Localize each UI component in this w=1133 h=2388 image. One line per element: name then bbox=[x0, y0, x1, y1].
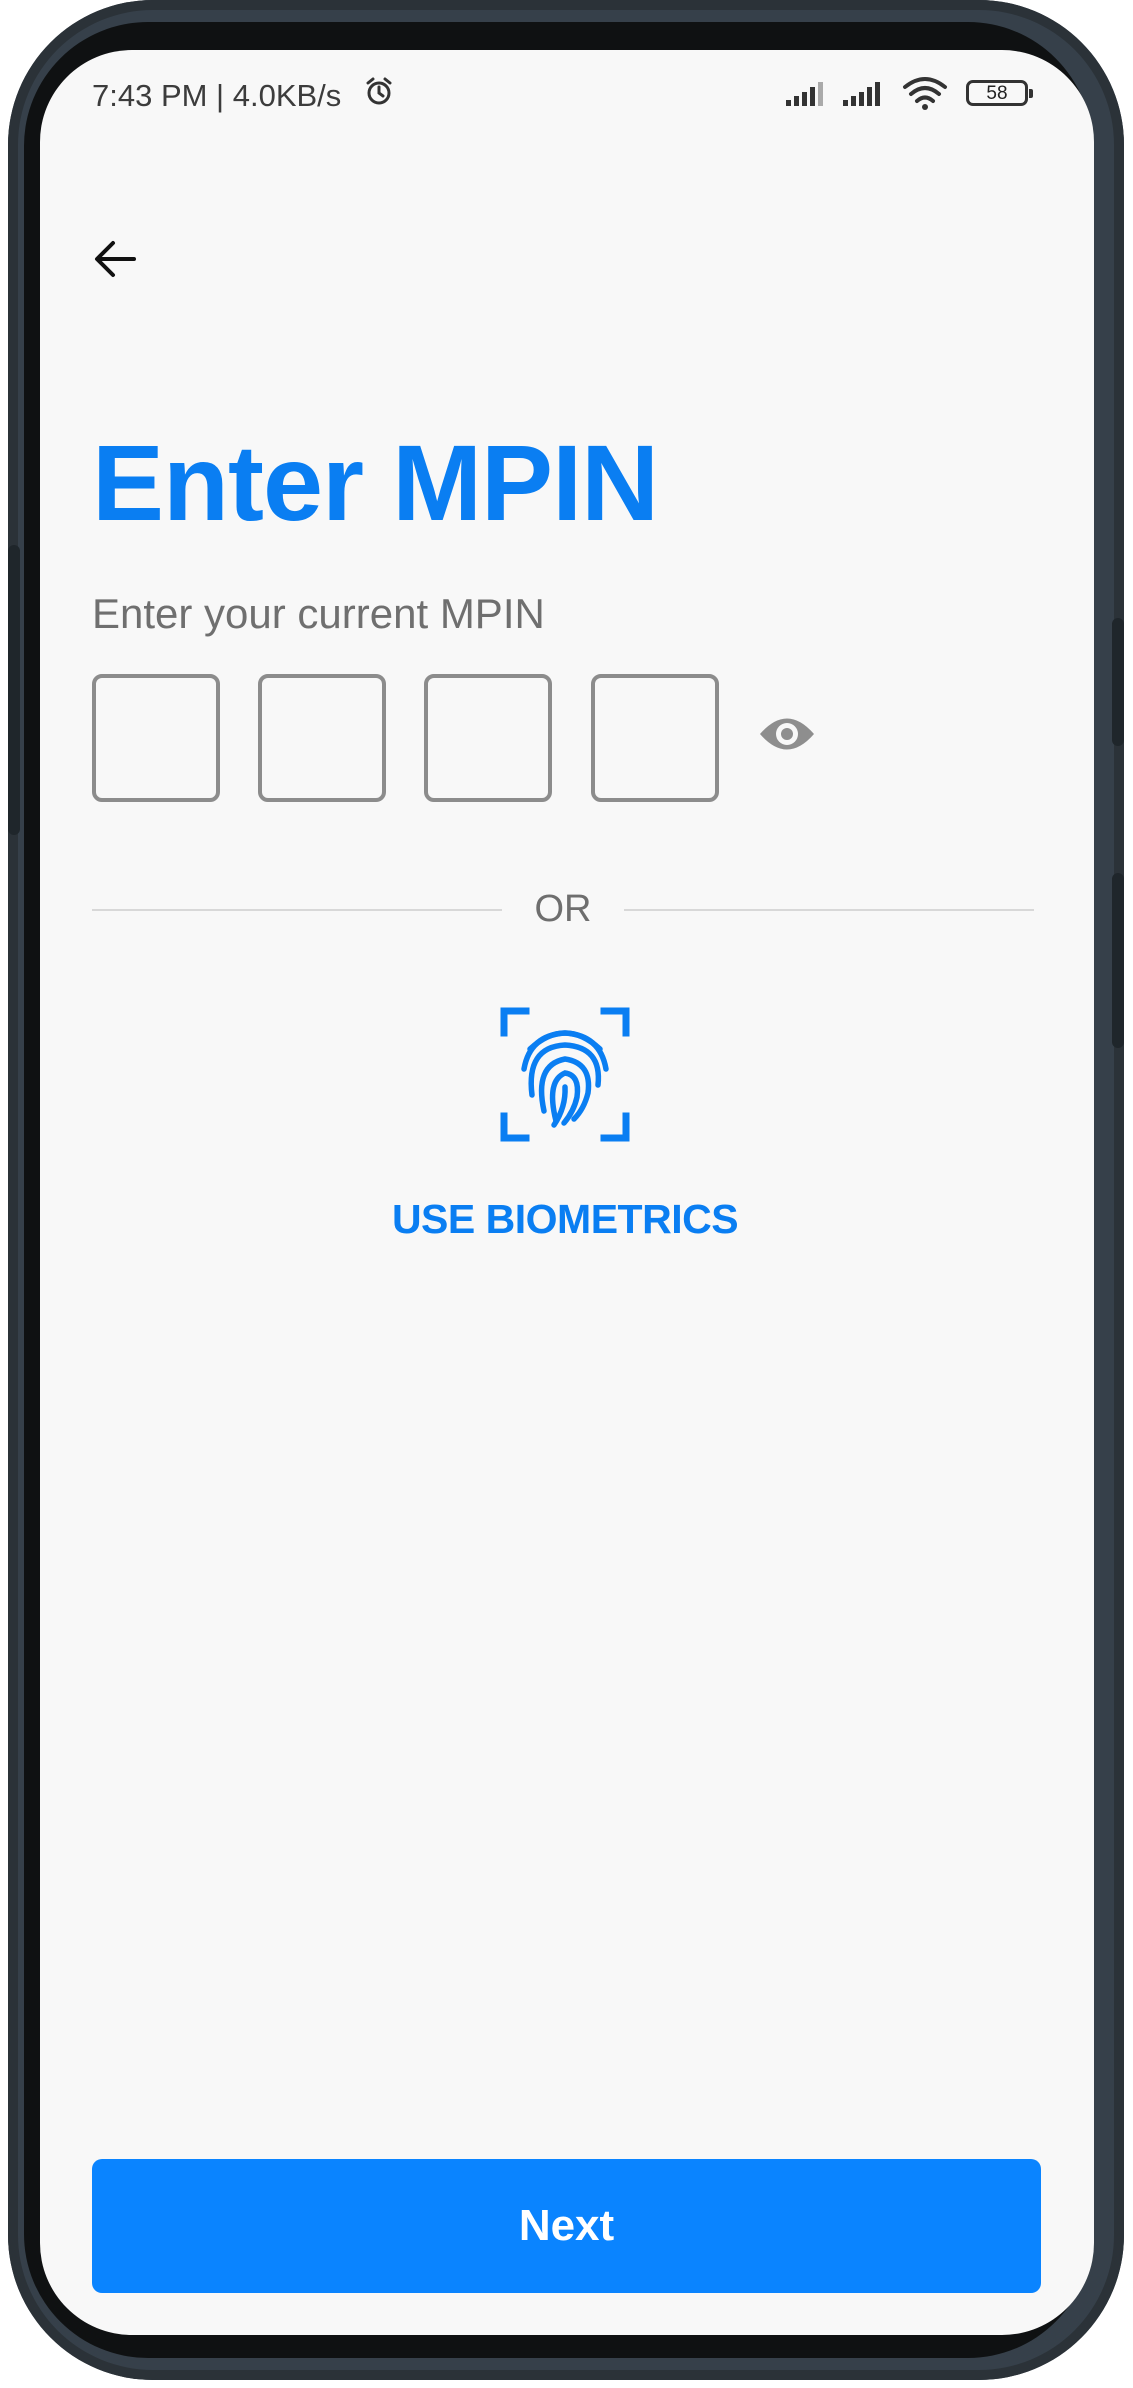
eye-icon[interactable] bbox=[758, 713, 816, 755]
side-button-upper bbox=[1112, 618, 1124, 746]
power-button bbox=[1112, 873, 1124, 1048]
pin-digit-4[interactable] bbox=[591, 674, 719, 802]
pin-digit-1[interactable] bbox=[92, 674, 220, 802]
volume-button bbox=[8, 545, 20, 835]
divider-right bbox=[624, 909, 1034, 911]
next-button[interactable]: Next bbox=[92, 2159, 1041, 2293]
use-biometrics-link[interactable]: USE BIOMETRICS bbox=[340, 1196, 790, 1243]
signal-icon bbox=[786, 82, 823, 106]
signal-icon bbox=[843, 82, 880, 106]
wifi-icon bbox=[903, 77, 947, 110]
battery-icon: 58 bbox=[966, 80, 1033, 106]
fingerprint-icon[interactable] bbox=[500, 1007, 630, 1142]
divider-left bbox=[92, 909, 502, 911]
or-separator: OR bbox=[534, 888, 592, 930]
pin-digit-3[interactable] bbox=[424, 674, 552, 802]
alarm-icon bbox=[366, 77, 392, 105]
page-title: Enter MPIN bbox=[92, 422, 659, 543]
pin-prompt: Enter your current MPIN bbox=[92, 590, 545, 637]
status-time: 7:43 PM | 4.0KB/s bbox=[92, 78, 342, 113]
arrow-left-icon[interactable] bbox=[88, 232, 142, 286]
battery-level: 58 bbox=[986, 82, 1008, 104]
pin-digit-2[interactable] bbox=[258, 674, 386, 802]
app-screen: 7:43 PM | 4.0KB/s 58 Enter MPIN Enter yo… bbox=[40, 50, 1094, 2335]
